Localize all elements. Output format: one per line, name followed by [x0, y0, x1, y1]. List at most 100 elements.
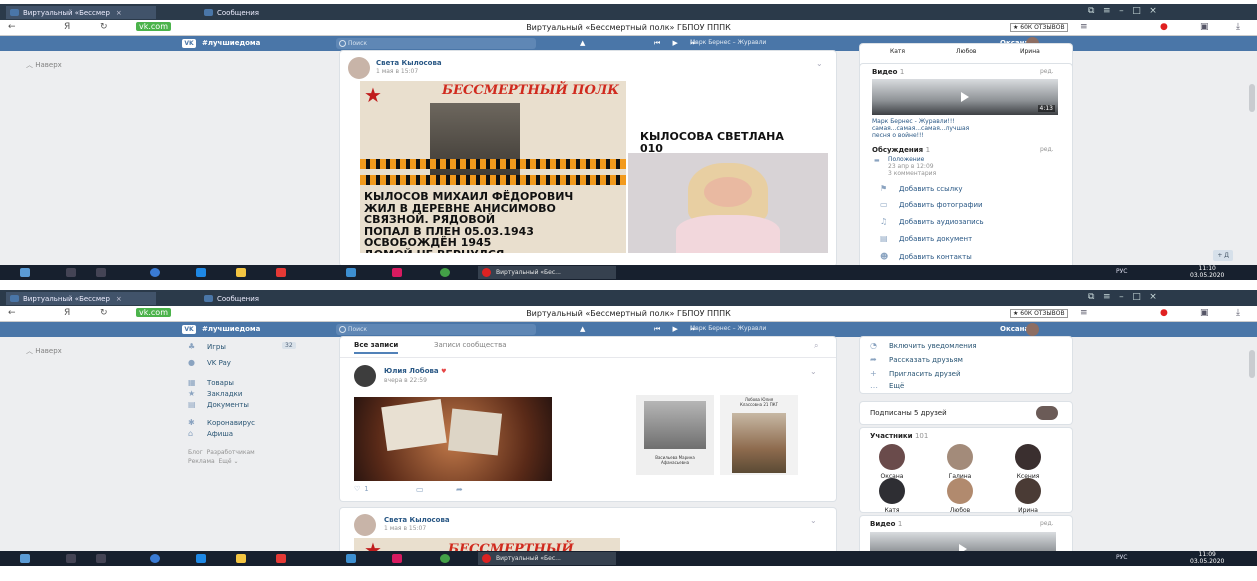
member[interactable]: Ирина: [1010, 478, 1046, 514]
vk-logo[interactable]: VK: [182, 39, 196, 48]
member-name[interactable]: Катя: [890, 48, 905, 55]
scroll-top-link[interactable]: ︿ Наверх: [26, 346, 62, 356]
member[interactable]: Ксения: [1010, 444, 1046, 480]
scrollbar[interactable]: [1249, 350, 1255, 378]
extension-icon[interactable]: ▣: [1200, 22, 1209, 32]
chrome-icon[interactable]: [440, 268, 450, 277]
start-icon[interactable]: [20, 554, 30, 563]
search-icon[interactable]: [66, 554, 76, 563]
share-friends-button[interactable]: ➦ Рассказать друзьям: [870, 355, 963, 364]
opera-icon[interactable]: ●: [1160, 22, 1168, 32]
clock[interactable]: 11:09 03.05.2020: [1190, 551, 1224, 565]
mail-icon[interactable]: [346, 268, 356, 277]
window-controls-icon[interactable]: ⧉ ≡ – □ ×: [1088, 6, 1157, 16]
add-audio-button[interactable]: ♫ Добавить аудиозапись: [880, 217, 984, 226]
tab-messages[interactable]: Сообщения: [200, 292, 310, 305]
add-contacts-button[interactable]: ☻ Добавить контакты: [880, 252, 972, 261]
scroll-top-link[interactable]: ︿ Наверх: [26, 60, 62, 70]
avatar[interactable]: [354, 514, 376, 536]
post-photo-2[interactable]: Васильева Марина Афанасьевна: [636, 395, 714, 475]
store-icon[interactable]: [276, 554, 286, 563]
tray-lang[interactable]: РУС: [1116, 268, 1127, 275]
sidebar-item-afisha[interactable]: ⌂ Афиша: [188, 429, 233, 438]
sidebar-item-vkpay[interactable]: ● VK Pay: [188, 358, 231, 367]
search-input[interactable]: Поиск: [336, 38, 536, 49]
folder-icon[interactable]: [236, 268, 246, 277]
post-date[interactable]: 1 мая в 15:07: [384, 525, 426, 532]
add-link-button[interactable]: ⚑ Добавить ссылку: [880, 184, 963, 193]
add-document-button[interactable]: ▤ Добавить документ: [880, 234, 972, 243]
post-photo-3[interactable]: Лобова Юлия Классовна 21 ПКГ: [720, 395, 798, 475]
share-icon[interactable]: ➦: [456, 485, 463, 494]
member[interactable]: Галина: [942, 444, 978, 480]
chrome-icon[interactable]: [440, 554, 450, 563]
topic-title[interactable]: Положение: [888, 156, 924, 163]
search-input[interactable]: Поиск: [336, 324, 536, 335]
girl-photo[interactable]: [628, 153, 828, 253]
mail-icon[interactable]: [346, 554, 356, 563]
close-icon[interactable]: ×: [116, 295, 122, 303]
edge-icon[interactable]: [196, 554, 206, 563]
chevron-down-icon[interactable]: ⌄: [810, 516, 817, 525]
reviews-badge[interactable]: ★ 60К ОТЗЫВОВ: [1010, 23, 1068, 32]
hashtag[interactable]: #лучшиедома: [202, 325, 260, 333]
track-name[interactable]: Марк Бернес – Журавли: [690, 39, 766, 46]
like-button[interactable]: ♡ 1: [354, 485, 369, 493]
yandex-taskbar-button[interactable]: Виртуальный «Бес...: [478, 266, 616, 279]
edit-link[interactable]: ред.: [1040, 146, 1054, 153]
friends-card[interactable]: Подписаны 5 друзей: [860, 402, 1072, 424]
topic-comments[interactable]: 3 комментария: [888, 170, 936, 177]
tab-community-posts[interactable]: Записи сообщества: [434, 341, 507, 349]
avatar[interactable]: [348, 57, 370, 79]
sidebar-item-coronavirus[interactable]: ✱ Коронавирус: [188, 418, 255, 427]
video-caption[interactable]: Марк Бернес - Журавли!!! самая...самая..…: [872, 118, 969, 139]
browser-icon[interactable]: [150, 268, 160, 277]
clock[interactable]: 11:10 03.05.2020: [1190, 265, 1224, 279]
left-footer[interactable]: Блог Разработчикам Реклама Ещё ⌄: [188, 448, 255, 466]
vk-logo[interactable]: VK: [182, 325, 196, 334]
scrollbar[interactable]: [1249, 84, 1255, 112]
hashtag[interactable]: #лучшиедома: [202, 39, 260, 47]
play-icon[interactable]: [961, 92, 969, 102]
reviews-badge[interactable]: ★ 60К ОТЗЫВОВ: [1010, 309, 1068, 318]
browser-icon[interactable]: [150, 554, 160, 563]
memorial-poster[interactable]: ★ БЕССМЕРТНЫЙ ПОЛК КЫЛОСОВ МИХАИЛ ФЁДОРО…: [360, 81, 626, 253]
tray-lang[interactable]: РУС: [1116, 554, 1127, 561]
chevron-down-icon[interactable]: ⌄: [816, 59, 823, 68]
edit-link[interactable]: ред.: [1040, 68, 1054, 75]
member[interactable]: Оксана: [874, 444, 910, 480]
member-name[interactable]: Ирина: [1020, 48, 1040, 55]
opera-icon[interactable]: ●: [1160, 308, 1168, 318]
download-icon[interactable]: ⤓: [1236, 308, 1240, 318]
task-view-icon[interactable]: [96, 554, 106, 563]
user-name[interactable]: Оксана: [1000, 325, 1029, 333]
more-button[interactable]: … Ещё: [870, 381, 904, 390]
post-date[interactable]: вчера в 22:59: [384, 377, 427, 384]
add-photos-button[interactable]: ▭ Добавить фотографии: [880, 200, 983, 209]
post-author[interactable]: Юлия Лобова ♥: [384, 367, 446, 375]
close-icon[interactable]: ×: [116, 9, 122, 17]
yandex-taskbar-button[interactable]: Виртуальный «Бес...: [478, 552, 616, 565]
edit-link[interactable]: ред.: [1040, 520, 1054, 527]
tab-messages[interactable]: Сообщения: [200, 6, 310, 19]
comment-icon[interactable]: ▭: [416, 485, 424, 494]
start-icon[interactable]: [20, 268, 30, 277]
tab-virtual[interactable]: Виртуальный «Бессмер ×: [6, 292, 156, 305]
invite-friends-button[interactable]: + Пригласить друзей: [870, 369, 961, 378]
member[interactable]: Катя: [874, 478, 910, 514]
download-icon[interactable]: ⤓: [1236, 22, 1240, 32]
search-icon[interactable]: [66, 268, 76, 277]
folder-icon[interactable]: [236, 554, 246, 563]
sidebar-item-games[interactable]: ♣ Игры: [188, 342, 226, 351]
member-name[interactable]: Любов: [956, 48, 976, 55]
zoom-badge[interactable]: + Д: [1213, 250, 1233, 261]
tab-virtual[interactable]: Виртуальный «Бессмер ×: [6, 6, 156, 19]
avatar[interactable]: [354, 365, 376, 387]
post-date[interactable]: 1 мая в 15:07: [376, 68, 418, 75]
extension-icon[interactable]: ▣: [1200, 308, 1209, 318]
store-icon[interactable]: [276, 268, 286, 277]
post-author[interactable]: Света Кылосова: [376, 59, 442, 67]
edge-icon[interactable]: [196, 268, 206, 277]
bookmark-icon[interactable]: ≡: [1080, 308, 1088, 318]
task-view-icon[interactable]: [96, 268, 106, 277]
